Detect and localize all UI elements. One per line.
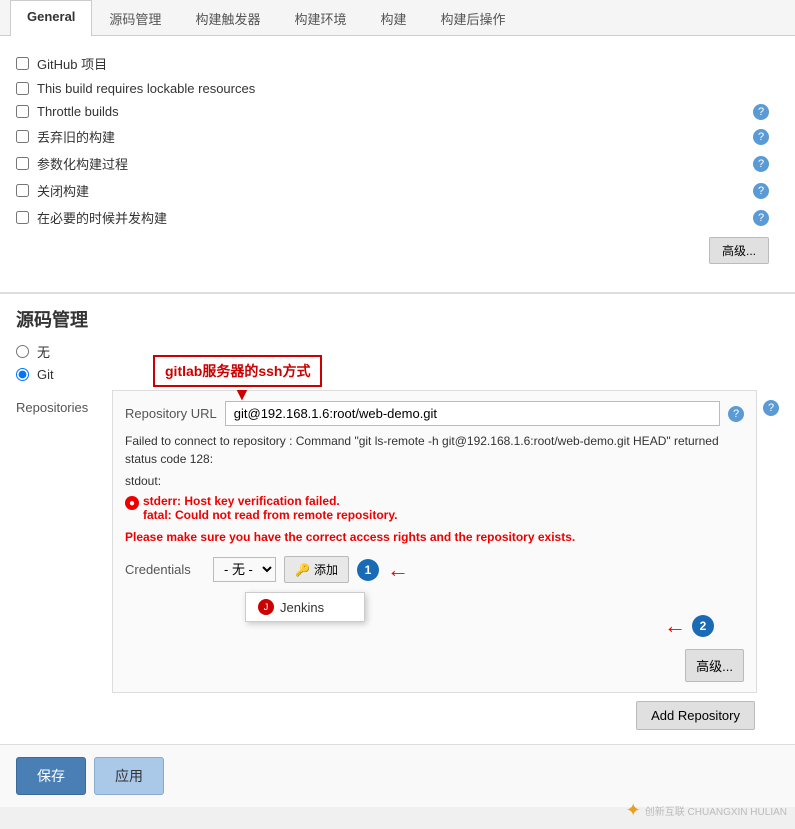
lockable-resources-checkbox[interactable] <box>16 82 29 95</box>
url-help-icon[interactable]: ? <box>728 406 744 422</box>
tab-env[interactable]: 构建环境 <box>277 0 363 36</box>
advanced-button[interactable]: 高级... <box>709 237 769 264</box>
throttle-builds-row: Throttle builds ? <box>16 104 779 119</box>
general-section: GitHub 项目 This build requires lockable r… <box>0 36 795 284</box>
concurrent-build-help-icon[interactable]: ? <box>753 210 769 226</box>
annotation-arrow-1: ← <box>387 557 409 583</box>
add-credentials-button[interactable]: 🔑 添加 <box>284 556 349 583</box>
concurrent-build-label: 在必要的时候并发构建 <box>37 208 167 227</box>
disable-build-label: 关闭构建 <box>37 181 89 200</box>
add-repository-button[interactable]: Add Repository <box>636 701 755 730</box>
url-label: Repository URL <box>125 406 217 421</box>
repositories-outer: Repositories gitlab服务器的ssh方式 ▲ Repositor… <box>16 390 779 693</box>
error-access: Please make sure you have the correct ac… <box>125 528 744 546</box>
annotation-row-2: ← 2 <box>125 613 744 639</box>
error-icon: ● <box>125 496 139 510</box>
radio-none-label: 无 <box>37 342 50 361</box>
section-divider <box>0 292 795 294</box>
tab-general[interactable]: General <box>10 0 92 36</box>
radio-git-row: Git <box>16 367 779 382</box>
url-input[interactable] <box>225 401 720 426</box>
error-stderr-text: stderr: Host key verification failed. fa… <box>143 494 397 522</box>
github-project-row: GitHub 项目 <box>16 54 779 73</box>
github-project-label: GitHub 项目 <box>37 54 107 73</box>
jenkins-option[interactable]: J Jenkins <box>246 593 364 621</box>
bottom-bar: 保存 应用 <box>0 744 795 807</box>
save-button[interactable]: 保存 <box>16 757 86 795</box>
url-row: Repository URL ? <box>125 401 744 426</box>
discard-old-builds-label: 丢弃旧的构建 <box>37 127 115 146</box>
throttle-help-icon[interactable]: ? <box>753 104 769 120</box>
repo-help-icon[interactable]: ? <box>763 400 779 416</box>
parameterized-build-checkbox[interactable] <box>16 157 29 170</box>
annotation-circle-1: 1 <box>357 559 379 581</box>
error-msg-1: Failed to connect to repository : Comman… <box>125 432 744 468</box>
tabs-bar: General 源码管理 构建触发器 构建环境 构建 构建后操作 <box>0 0 795 36</box>
annotation-arrow: ▲ <box>233 385 251 406</box>
parameterized-build-row: 参数化构建过程 ? <box>16 154 779 173</box>
tab-triggers[interactable]: 构建触发器 <box>178 0 277 36</box>
repo-buttons-row: 高级... <box>125 649 744 682</box>
jenkins-icon: J <box>258 599 274 615</box>
radio-git-label: Git <box>37 367 54 382</box>
tab-post-build[interactable]: 构建后操作 <box>423 0 522 36</box>
credentials-row: Credentials - 无 - 🔑 添加 1 ← J Jenkins <box>125 556 744 583</box>
disable-build-help-icon[interactable]: ? <box>753 183 769 199</box>
source-management-title: 源码管理 <box>16 306 779 332</box>
tab-build[interactable]: 构建 <box>363 0 423 36</box>
throttle-builds-label: Throttle builds <box>37 104 119 119</box>
watermark: ✦ 创新互联 CHUANGXIN HULIAN <box>626 800 787 821</box>
credentials-label: Credentials <box>125 562 205 577</box>
lockable-resources-label: This build requires lockable resources <box>37 81 255 96</box>
radio-none-row: 无 <box>16 342 779 361</box>
tab-source[interactable]: 源码管理 <box>92 0 178 36</box>
jenkins-label: Jenkins <box>280 600 324 615</box>
annotation-circle-2: 2 <box>692 615 714 637</box>
annotation-arrow-2: ← <box>664 613 686 639</box>
concurrent-build-checkbox[interactable] <box>16 211 29 224</box>
concurrent-build-row: 在必要的时候并发构建 ? <box>16 208 779 227</box>
throttle-builds-checkbox[interactable] <box>16 105 29 118</box>
credentials-select[interactable]: - 无 - <box>213 557 276 582</box>
error-stderr-row: ● stderr: Host key verification failed. … <box>125 494 744 522</box>
radio-git[interactable] <box>16 368 29 381</box>
key-icon: 🔑 <box>295 563 310 577</box>
parameterized-help-icon[interactable]: ? <box>753 156 769 172</box>
advanced-btn-row: 高级... <box>16 237 779 264</box>
parameterized-build-label: 参数化构建过程 <box>37 154 128 173</box>
add-repo-row: Add Repository <box>0 693 795 734</box>
disable-build-checkbox[interactable] <box>16 184 29 197</box>
credentials-dropdown: J Jenkins <box>245 592 365 622</box>
discard-old-builds-checkbox[interactable] <box>16 130 29 143</box>
repositories-label: Repositories <box>16 390 106 415</box>
add-btn-label: 添加 <box>314 561 338 578</box>
apply-button[interactable]: 应用 <box>94 757 164 795</box>
radio-none[interactable] <box>16 345 29 358</box>
disable-build-row: 关闭构建 ? <box>16 181 779 200</box>
discard-old-builds-row: 丢弃旧的构建 ? <box>16 127 779 146</box>
annotation-box: gitlab服务器的ssh方式 <box>153 355 322 387</box>
main-container: General 源码管理 构建触发器 构建环境 构建 构建后操作 GitHub … <box>0 0 795 807</box>
discard-help-icon[interactable]: ? <box>753 129 769 145</box>
lockable-resources-row: This build requires lockable resources <box>16 81 779 96</box>
github-project-checkbox[interactable] <box>16 57 29 70</box>
error-stdout: stdout: <box>125 472 744 490</box>
repo-advanced-button[interactable]: 高级... <box>685 649 744 682</box>
repositories-box: gitlab服务器的ssh方式 ▲ Repository URL ? Faile… <box>112 390 757 693</box>
